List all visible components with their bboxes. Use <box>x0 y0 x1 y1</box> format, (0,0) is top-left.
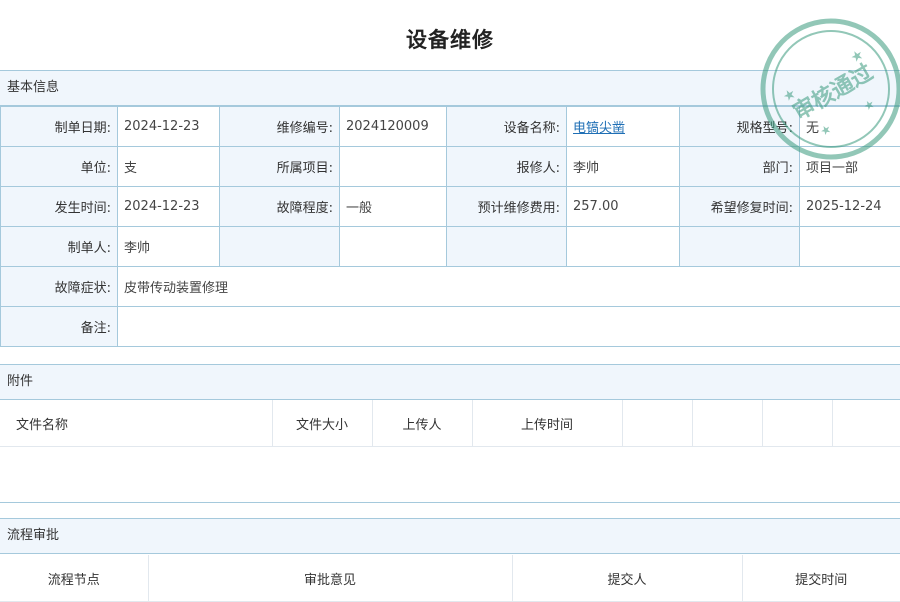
expected-repair-time-value: 2025-12-24 <box>800 187 900 227</box>
estimated-cost-label: 预计维修费用: <box>447 187 567 227</box>
remark-label: 备注: <box>1 307 118 347</box>
empty-cell <box>567 227 680 267</box>
estimated-cost-value: 257.00 <box>567 187 680 227</box>
symptom-value: 皮带传动装置修理 <box>118 267 900 307</box>
column-header-file-size: 文件大小 <box>272 400 372 447</box>
reporter-label: 报修人: <box>447 147 567 187</box>
attachments-header: 附件 <box>0 364 900 400</box>
table-row: 备注: <box>1 307 900 347</box>
fault-level-label: 故障程度: <box>220 187 340 227</box>
empty-cell <box>340 227 447 267</box>
column-header-upload-time: 上传时间 <box>472 400 622 447</box>
empty-cell <box>447 227 567 267</box>
column-header-uploader: 上传人 <box>372 400 472 447</box>
project-label: 所属项目: <box>220 147 340 187</box>
unit-value: 支 <box>118 147 220 187</box>
equipment-name-link[interactable]: 电镐尖凿 <box>573 121 625 136</box>
repair-no-value: 2024120009 <box>340 107 447 147</box>
empty-cell <box>220 227 340 267</box>
column-header-approval-opinion: 审批意见 <box>148 555 512 602</box>
approval-stamp-icon: ★ ★ ★ ★ 审核通过 <box>756 14 900 164</box>
column-header-empty <box>692 400 762 447</box>
column-header-process-node: 流程节点 <box>0 555 148 602</box>
table-row: 故障症状: 皮带传动装置修理 <box>1 267 900 307</box>
project-value <box>340 147 447 187</box>
fault-level-value: 一般 <box>340 187 447 227</box>
stamp-text: 审核通过 <box>788 59 877 126</box>
table-row: 制单人: 李帅 <box>1 227 900 267</box>
column-header-file-name: 文件名称 <box>0 400 272 447</box>
symptom-label: 故障症状: <box>1 267 118 307</box>
stamp-star: ★ <box>861 96 877 114</box>
empty-cell <box>800 227 900 267</box>
column-header-submit-time: 提交时间 <box>742 555 900 602</box>
table-row: 发生时间: 2024-12-23 故障程度: 一般 预计维修费用: 257.00… <box>1 187 900 227</box>
reporter-value: 李帅 <box>567 147 680 187</box>
occur-time-value: 2024-12-23 <box>118 187 220 227</box>
create-date-label: 制单日期: <box>1 107 118 147</box>
empty-cell <box>680 227 800 267</box>
create-date-value: 2024-12-23 <box>118 107 220 147</box>
column-header-submitter: 提交人 <box>512 555 742 602</box>
equipment-name-label: 设备名称: <box>447 107 567 147</box>
equipment-name-cell: 电镐尖凿 <box>567 107 680 147</box>
unit-label: 单位: <box>1 147 118 187</box>
stamp-star: ★ <box>818 121 834 139</box>
column-header-empty <box>622 400 692 447</box>
remark-value <box>118 307 900 347</box>
expected-repair-time-label: 希望修复时间: <box>680 187 800 227</box>
creator-value: 李帅 <box>118 227 220 267</box>
workflow-header: 流程审批 <box>0 518 900 554</box>
attachments-header-row: 文件名称 文件大小 上传人 上传时间 <box>0 400 900 447</box>
column-header-empty <box>832 400 900 447</box>
workflow-header-row: 流程节点 审批意见 提交人 提交时间 <box>0 555 900 602</box>
column-header-empty <box>762 400 832 447</box>
creator-label: 制单人: <box>1 227 118 267</box>
divider <box>0 502 900 503</box>
attachments-table: 文件名称 文件大小 上传人 上传时间 <box>0 400 900 447</box>
workflow-table: 流程节点 审批意见 提交人 提交时间 <box>0 555 900 602</box>
repair-no-label: 维修编号: <box>220 107 340 147</box>
occur-time-label: 发生时间: <box>1 187 118 227</box>
